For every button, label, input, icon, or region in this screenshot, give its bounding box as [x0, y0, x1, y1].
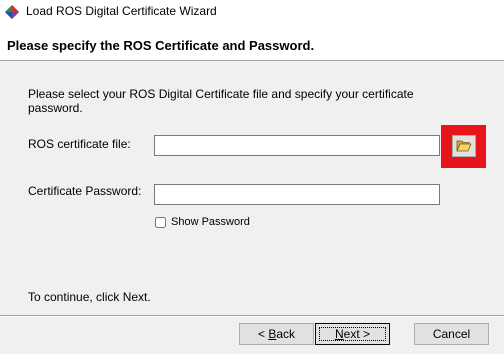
password-label: Certificate Password: — [28, 184, 142, 198]
next-label-rest: ext > — [343, 327, 371, 341]
wizard-header: Please specify the ROS Certificate and P… — [0, 24, 504, 61]
title-bar: Load ROS Digital Certificate Wizard — [0, 0, 504, 24]
open-folder-icon — [456, 140, 472, 152]
footer-separator — [0, 315, 504, 317]
back-label-rest: ack — [276, 327, 296, 341]
show-password-label[interactable]: Show Password — [171, 216, 250, 228]
window-title: Load ROS Digital Certificate Wizard — [26, 4, 217, 18]
password-input[interactable] — [154, 184, 440, 205]
next-button[interactable]: Next > — [315, 323, 390, 345]
cert-file-label: ROS certificate file: — [28, 137, 131, 151]
back-prefix: < — [257, 327, 269, 341]
next-mnemonic: N — [334, 327, 344, 341]
continue-hint: To continue, click Next. — [28, 290, 151, 304]
instructions-text: Please select your ROS Digital Certifica… — [28, 87, 414, 115]
cancel-button[interactable]: Cancel — [414, 323, 489, 345]
page-title: Please specify the ROS Certificate and P… — [7, 38, 315, 53]
show-password-checkbox[interactable] — [155, 217, 166, 228]
cert-file-input[interactable] — [154, 135, 440, 156]
app-diamond-icon — [5, 5, 19, 19]
browse-button[interactable] — [452, 135, 476, 157]
back-button[interactable]: < Back — [239, 323, 314, 345]
